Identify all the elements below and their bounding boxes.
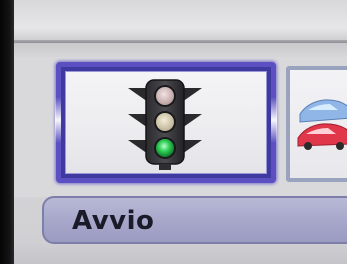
selected-item-label: Avvio — [72, 206, 155, 236]
screen-bezel — [0, 0, 14, 264]
header-strip — [14, 0, 347, 40]
traffic-light-icon — [128, 79, 202, 170]
selected-item-label-bar: Avvio — [42, 196, 347, 244]
selection-glow-left — [55, 97, 61, 143]
menu-tile-next[interactable] — [286, 66, 347, 182]
footer-strip — [14, 244, 347, 264]
cars-icon — [297, 99, 347, 150]
tv-menu-screen: Avvio — [0, 0, 347, 264]
selection-glow-right — [271, 97, 277, 143]
header-gap — [14, 43, 347, 57]
